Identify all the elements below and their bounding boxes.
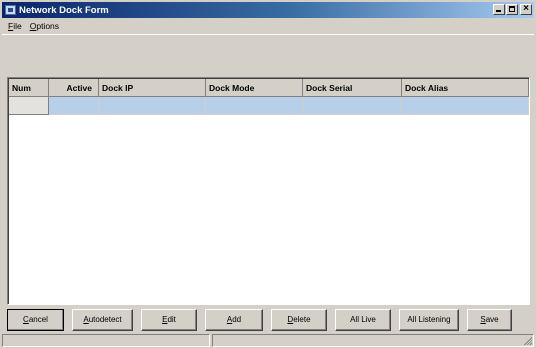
cancel-button[interactable]: Cancel xyxy=(7,309,64,331)
dock-grid[interactable]: Num Active Dock IP Dock Mode Dock Serial… xyxy=(7,77,530,305)
cell-dock-ip[interactable] xyxy=(99,97,206,115)
column-header-dock-mode[interactable]: Dock Mode xyxy=(206,79,303,97)
menu-bar: File Options xyxy=(4,19,63,33)
all-listening-button[interactable]: All Listening xyxy=(399,309,459,331)
all-live-button[interactable]: All Live xyxy=(335,309,391,331)
button-bar: Cancel Autodetect Edit Add Delete All Li… xyxy=(7,309,530,331)
grid-header: Num Active Dock IP Dock Mode Dock Serial… xyxy=(9,79,529,97)
close-icon: × xyxy=(523,3,529,14)
maximize-icon xyxy=(509,6,515,12)
toolbar-area xyxy=(2,34,534,76)
app-icon[interactable] xyxy=(5,5,16,15)
menu-file-label: ile xyxy=(13,21,22,31)
autodetect-button[interactable]: Autodetect xyxy=(72,309,133,331)
edit-label: dit xyxy=(167,315,176,324)
status-panel-right xyxy=(212,334,534,347)
menu-options-label: ptions xyxy=(36,21,60,31)
maximize-button[interactable] xyxy=(506,4,518,15)
network-dock-window: Network Dock Form × File Options Num Act… xyxy=(0,0,536,348)
minimize-button[interactable] xyxy=(493,4,505,15)
add-button[interactable]: Add xyxy=(205,309,263,331)
edit-button[interactable]: Edit xyxy=(141,309,197,331)
column-header-dock-serial[interactable]: Dock Serial xyxy=(303,79,402,97)
menu-file[interactable]: File xyxy=(4,19,26,33)
cell-dock-alias[interactable] xyxy=(402,97,529,115)
cancel-label: ancel xyxy=(28,315,48,324)
status-panel-left xyxy=(2,334,210,347)
menu-options[interactable]: Options xyxy=(26,19,63,33)
column-header-dock-ip[interactable]: Dock IP xyxy=(99,79,206,97)
dock-grid-inner: Num Active Dock IP Dock Mode Dock Serial… xyxy=(8,78,529,304)
cell-dock-serial[interactable] xyxy=(303,97,402,115)
column-header-dock-alias[interactable]: Dock Alias xyxy=(402,79,529,97)
cell-active[interactable] xyxy=(49,97,99,115)
delete-button[interactable]: Delete xyxy=(271,309,327,331)
column-header-active[interactable]: Active xyxy=(49,79,99,97)
column-header-num[interactable]: Num xyxy=(9,79,49,97)
save-button[interactable]: Save xyxy=(467,309,512,331)
title-bar[interactable]: Network Dock Form × xyxy=(2,2,534,18)
cell-dock-mode[interactable] xyxy=(206,97,303,115)
title-bar-buttons: × xyxy=(492,3,532,15)
row-header-cell[interactable] xyxy=(9,97,49,115)
add-label: dd xyxy=(232,315,242,324)
status-bar xyxy=(2,334,534,347)
minimize-icon xyxy=(496,10,501,12)
delete-label: elete xyxy=(293,315,311,324)
table-row[interactable] xyxy=(9,97,529,115)
autodetect-label: utodetect xyxy=(88,315,122,324)
close-button[interactable]: × xyxy=(520,3,532,15)
window-title: Network Dock Form xyxy=(19,4,109,16)
save-label: ave xyxy=(485,315,499,324)
size-grip-icon[interactable] xyxy=(523,336,532,345)
